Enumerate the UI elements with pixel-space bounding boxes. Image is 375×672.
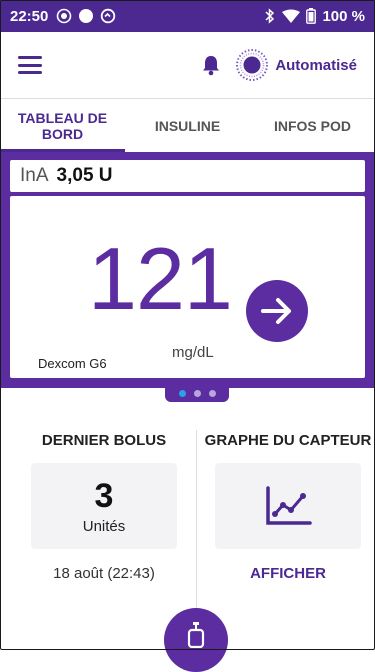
tab-pod-info[interactable]: INFOS POD	[250, 99, 375, 152]
tab-insulin-label: INSULINE	[154, 117, 221, 134]
glucose-value: 121	[88, 229, 233, 328]
last-bolus-box: 3 Unités	[31, 463, 177, 549]
bluetooth-icon	[264, 8, 276, 24]
sensor-graph-title: GRAPHE DU CAPTEUR	[204, 432, 372, 449]
view-sensor-graph-link[interactable]: AFFICHER	[198, 565, 375, 582]
glucose-card: 121 mg/dL Dexcom G6	[10, 196, 365, 378]
sensor-graph-box[interactable]	[215, 463, 361, 549]
last-bolus-datetime: 18 août (22:43)	[53, 565, 155, 582]
automated-mode-icon	[235, 48, 269, 82]
arrow-right-icon	[246, 280, 308, 342]
app-bar: Automatisé	[0, 32, 375, 98]
ina-value: 3,05 U	[56, 165, 113, 186]
pod-icon	[187, 622, 205, 648]
data-saver-icon	[100, 8, 116, 24]
battery-level: 100 %	[322, 7, 365, 25]
page-indicator[interactable]	[165, 384, 229, 402]
glucose-unit: mg/dL	[172, 344, 214, 361]
tab-dashboard-label: TABLEAU DE BORD	[17, 109, 108, 142]
status-bar: 22:50 100 %	[0, 0, 375, 32]
tab-bar: TABLEAU DE BORD INSULINE INFOS POD	[0, 98, 375, 152]
page-dot-3	[208, 389, 216, 397]
battery-icon	[306, 8, 317, 24]
last-bolus-unit: Unités	[82, 517, 126, 535]
ina-label: InA	[20, 165, 49, 186]
status-time: 22:50	[10, 7, 49, 25]
page-dot-2	[193, 389, 201, 397]
dashboard-panel[interactable]: InA 3,05 U 121 mg/dL Dexcom G6	[0, 152, 375, 388]
insulin-on-board-row: InA 3,05 U	[10, 160, 365, 192]
mode-label: Automatisé	[275, 56, 357, 74]
record-icon	[56, 8, 72, 24]
hamburger-menu-icon[interactable]	[18, 56, 42, 74]
page-dot-1	[178, 389, 186, 397]
bell-icon[interactable]	[201, 54, 221, 76]
tab-insulin[interactable]: INSULINE	[125, 99, 250, 152]
last-bolus-card: DERNIER BOLUS 3 Unités 18 août (22:43)	[14, 432, 194, 582]
tab-dashboard[interactable]: TABLEAU DE BORD	[0, 99, 125, 152]
automated-mode-indicator[interactable]: Automatisé	[235, 48, 357, 82]
bolus-button[interactable]	[164, 608, 228, 672]
tab-pod-info-label: INFOS POD	[273, 117, 351, 134]
last-bolus-title: DERNIER BOLUS	[41, 432, 167, 449]
divider	[196, 430, 197, 630]
last-bolus-value: 3	[94, 476, 114, 515]
circle-icon	[78, 8, 94, 24]
sensor-name: Dexcom G6	[38, 356, 107, 371]
sensor-graph-card: GRAPHE DU CAPTEUR AFFICHER	[198, 432, 375, 582]
wifi-icon	[282, 9, 301, 23]
line-chart-icon	[264, 485, 312, 527]
